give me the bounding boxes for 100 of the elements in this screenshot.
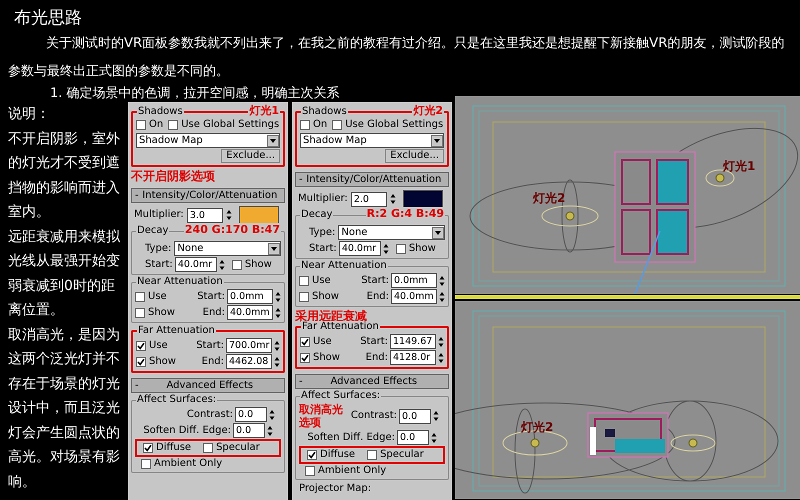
number-field[interactable]: 0.0 xyxy=(235,407,267,422)
color-swatch[interactable] xyxy=(402,190,443,208)
checkbox[interactable] xyxy=(203,443,214,453)
exclude-button[interactable]: Exclude... xyxy=(385,149,444,163)
rollout-header[interactable]: - Advanced Effects xyxy=(131,378,285,393)
checkbox[interactable] xyxy=(300,336,310,346)
spinner-arrows-icon[interactable] xyxy=(433,410,439,422)
dropdown[interactable]: None xyxy=(174,241,281,256)
checkbox[interactable] xyxy=(141,459,151,469)
intro-paragraph: 关于测试时的VR面板参数我就不列出来了，在我之前的教程有过介绍。只是在这里我还是想提醒下新接触VR的朋友，测试阶段的参数与最终出正式图的参数是不同的。 xyxy=(7,35,786,81)
checkbox-label: Specular xyxy=(216,442,260,454)
checkbox[interactable] xyxy=(136,120,146,130)
checkbox[interactable] xyxy=(332,120,342,130)
number-field[interactable]: 0.0mm xyxy=(227,289,273,304)
checkbox[interactable] xyxy=(299,276,309,286)
checkbox[interactable] xyxy=(168,120,178,130)
notes-heading: 说明： xyxy=(8,105,51,124)
field-label: Contrast: xyxy=(186,408,233,420)
number-field[interactable]: 40.0mm xyxy=(227,305,273,320)
number-field[interactable]: 40.0mr xyxy=(174,257,217,272)
dropdown[interactable]: Shadow Map xyxy=(136,133,280,148)
number-field[interactable]: 0.0 xyxy=(399,408,431,424)
annotation-text: 不开启阴影选项 xyxy=(131,169,216,183)
light-icon xyxy=(688,438,698,448)
checkbox-label: Use xyxy=(149,340,168,352)
checkbox[interactable] xyxy=(136,356,146,366)
checkbox[interactable] xyxy=(143,443,153,453)
checkbox[interactable] xyxy=(232,260,242,270)
spinner-arrows-icon[interactable] xyxy=(439,274,445,286)
checkbox[interactable] xyxy=(135,292,145,302)
checkbox-label: Specular xyxy=(380,449,424,461)
field-label: Start: xyxy=(196,340,224,352)
number-field[interactable]: 0.0 xyxy=(397,430,429,445)
color-swatch[interactable] xyxy=(238,206,279,224)
spinner-arrows-icon[interactable] xyxy=(275,306,281,318)
light-icon xyxy=(716,174,724,182)
checkmark-icon xyxy=(144,444,152,452)
spinner-arrows-icon[interactable] xyxy=(218,258,225,270)
light-label: 灯光2 xyxy=(533,191,566,205)
annotation-text: 灯光1 xyxy=(248,104,280,117)
number-field[interactable]: 4128.0r xyxy=(390,350,436,365)
annotation-text: R:2 G:4 B:49 xyxy=(366,207,445,220)
checkbox[interactable] xyxy=(135,308,145,318)
note-paragraph: 远距衰减用来模拟光线从最强开始变弱衰减到0时的距离位置。 xyxy=(8,228,121,320)
number-field[interactable]: 4462.08 xyxy=(226,354,272,369)
spinner-arrows-icon[interactable] xyxy=(431,432,437,444)
number-field[interactable]: 1149.67 xyxy=(390,334,436,349)
spinner-arrows-icon[interactable] xyxy=(390,193,396,205)
checkbox-label: Use Global Settings xyxy=(181,119,280,131)
field-label: Soften Diff. Edge: xyxy=(307,432,395,444)
spinner-arrows-icon[interactable] xyxy=(438,352,444,364)
target-line xyxy=(634,230,661,294)
number-field[interactable]: 0.0mm xyxy=(391,273,437,288)
viewport-drawing[interactable]: 灯光1 灯光2 灯光2 xyxy=(455,96,800,500)
checkbox-label: Ambient Only xyxy=(154,458,222,470)
group-label: Decay xyxy=(136,225,170,237)
checkbox[interactable] xyxy=(136,340,146,350)
checkbox[interactable] xyxy=(299,292,309,302)
checkbox[interactable] xyxy=(307,450,317,460)
field-label: End: xyxy=(366,352,388,364)
checkbox-label: Show xyxy=(313,352,340,364)
group-label: Decay xyxy=(300,209,334,221)
checkbox-label: Use Global Settings xyxy=(345,119,444,131)
checkbox-label: Diffuse xyxy=(156,442,192,454)
rollout-header[interactable]: - Intensity/Color/Attenuation xyxy=(131,188,285,203)
spinner-arrows-icon[interactable] xyxy=(274,356,280,368)
number-field[interactable]: 2.0 xyxy=(350,192,387,206)
spinner-arrows-icon[interactable] xyxy=(274,340,280,352)
dropdown[interactable]: None xyxy=(338,225,445,240)
spinner-arrows-icon[interactable] xyxy=(275,290,281,302)
field-label: Start: xyxy=(361,274,389,286)
dropdown[interactable]: Shadow Map xyxy=(300,133,444,148)
field-label: Multiplier: xyxy=(134,209,184,221)
number-field[interactable]: 0.0 xyxy=(233,423,265,438)
exclude-button[interactable]: Exclude... xyxy=(221,149,280,163)
group-label: Projector Map: xyxy=(298,483,372,495)
spinner-arrows-icon[interactable] xyxy=(269,408,275,420)
annotation-text: 取消高光选项 xyxy=(299,403,344,429)
rollout-header[interactable]: - Intensity/Color/Attenuation xyxy=(295,172,449,187)
field-label: Type: xyxy=(309,226,336,238)
number-field[interactable]: 700.0mr xyxy=(226,338,272,353)
checkbox[interactable] xyxy=(305,466,315,476)
field-label: End: xyxy=(202,356,224,368)
spinner-arrows-icon[interactable] xyxy=(439,290,445,302)
checkbox[interactable] xyxy=(300,352,310,362)
checkbox[interactable] xyxy=(300,120,310,130)
checkbox-label: On xyxy=(149,119,164,131)
checkbox[interactable] xyxy=(396,244,406,254)
number-field[interactable]: 40.0mr xyxy=(338,241,381,256)
number-field[interactable]: 3.0 xyxy=(186,208,223,222)
spinner-arrows-icon[interactable] xyxy=(382,242,389,254)
spinner-arrows-icon[interactable] xyxy=(438,336,444,348)
spinner-arrows-icon[interactable] xyxy=(267,424,273,436)
spinner-arrows-icon[interactable] xyxy=(226,209,232,221)
checkbox-label: Show xyxy=(312,290,339,302)
number-field[interactable]: 40.0mm xyxy=(391,289,437,304)
page-title: 布光思路 xyxy=(13,7,83,30)
field-label: Contrast: xyxy=(350,410,397,422)
rollout-header[interactable]: - Advanced Effects xyxy=(295,374,449,389)
checkbox[interactable] xyxy=(367,450,378,460)
